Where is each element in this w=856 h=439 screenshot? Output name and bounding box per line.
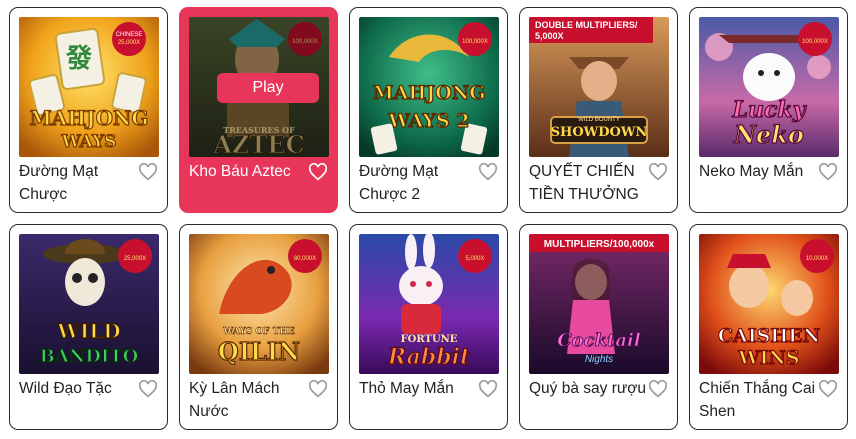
- game-logo-line2: QILIN: [218, 337, 300, 366]
- game-logo-line2: Nights: [585, 354, 613, 365]
- game-card-ways-of-the-qilin[interactable]: 80,000X WAYS OF THE QILIN Kỳ Lân Mách Nư…: [179, 224, 338, 430]
- game-logo-line2: BANDITO: [40, 346, 139, 367]
- svg-text:100,000X: 100,000X: [802, 39, 828, 45]
- game-thumbnail[interactable]: 發 CHINESE 25,000X MAHJONG WAYS: [19, 17, 159, 157]
- svg-text:25,000X: 25,000X: [118, 40, 140, 46]
- game-title: Kho Báu Aztec: [189, 163, 291, 180]
- svg-text:100,000X: 100,000X: [462, 39, 488, 45]
- ways-of-the-qilin-art: 80,000X WAYS OF THE QILIN: [189, 234, 329, 374]
- game-logo-line1: WAYS OF THE: [222, 327, 295, 337]
- game-logo-line1: WILD: [56, 319, 120, 343]
- svg-text:10,000X: 10,000X: [806, 256, 828, 262]
- svg-text:5,000X: 5,000X: [465, 256, 484, 262]
- game-thumbnail[interactable]: 80,000X WAYS OF THE QILIN: [189, 234, 329, 374]
- game-title: Chiến Thắng Cai Shen: [699, 380, 816, 420]
- game-logo-line2: Neko: [733, 120, 804, 149]
- play-button[interactable]: Play: [217, 73, 319, 103]
- game-card-wild-bounty-showdown[interactable]: DOUBLE MULTIPLIERS/ 5,000X WILD BOUNTY S…: [519, 7, 678, 213]
- game-thumbnail[interactable]: 5,000X FORTUNE Rabbit: [359, 234, 499, 374]
- game-title: Thỏ May Mắn: [359, 380, 454, 397]
- game-thumbnail[interactable]: 100,000X MAHJONG WAYS 2: [359, 17, 499, 157]
- game-logo-line2: WAYS 2: [387, 110, 469, 132]
- badge-line1: DOUBLE MULTIPLIERS/: [535, 20, 638, 30]
- favorite-heart-icon[interactable]: [138, 379, 158, 400]
- cocktail-nights-art: MULTIPLIERS/100,000x Cocktail Nights: [529, 234, 669, 374]
- favorite-heart-icon[interactable]: [308, 379, 328, 400]
- game-thumbnail[interactable]: 25,000X WILD BANDITO: [19, 234, 159, 374]
- favorite-heart-icon[interactable]: [648, 162, 668, 183]
- svg-text:發: 發: [65, 43, 93, 73]
- svg-text:25,000X: 25,000X: [124, 256, 146, 262]
- favorite-heart-icon[interactable]: [818, 162, 838, 183]
- game-thumbnail[interactable]: MULTIPLIERS/100,000x Cocktail Nights: [529, 234, 669, 374]
- favorite-heart-icon[interactable]: [308, 162, 328, 183]
- game-title: Neko May Mắn: [699, 163, 804, 180]
- badge-line2: 5,000X: [535, 31, 564, 41]
- game-card-cocktail-nights[interactable]: MULTIPLIERS/100,000x Cocktail Nights Quý…: [519, 224, 678, 430]
- game-logo-line2: WINS: [737, 347, 799, 369]
- game-logo-line1: CAISHEN: [718, 325, 820, 347]
- mahjong-ways-2-art: 100,000X MAHJONG WAYS 2: [359, 17, 499, 157]
- game-thumbnail[interactable]: DOUBLE MULTIPLIERS/ 5,000X WILD BOUNTY S…: [529, 17, 669, 157]
- badge-text: CHINESE: [116, 32, 143, 38]
- svg-text:80,000X: 80,000X: [294, 256, 316, 262]
- lucky-neko-art: 100,000X Lucky Neko: [699, 17, 839, 157]
- game-logo-line1: MAHJONG: [373, 82, 486, 104]
- game-logo-line2: SHOWDOWN: [551, 125, 648, 140]
- game-card-caishen-wins[interactable]: 10,000X CAISHEN WINS Chiến Thắng Cai She…: [689, 224, 848, 430]
- game-title: QUYẾT CHIẾN TIỀN THƯỞNG: [529, 163, 639, 203]
- favorite-heart-icon[interactable]: [478, 162, 498, 183]
- mahjong-ways-art: 發 CHINESE 25,000X MAHJONG WAYS: [19, 17, 159, 157]
- game-logo-line2: Rabbit: [387, 344, 470, 370]
- game-logo-line1: MAHJONG: [30, 106, 149, 130]
- favorite-heart-icon[interactable]: [138, 162, 158, 183]
- caishen-wins-art: 10,000X CAISHEN WINS: [699, 234, 839, 374]
- game-card-mahjong-ways-2[interactable]: 100,000X MAHJONG WAYS 2 Đường Mạt Chược …: [349, 7, 508, 213]
- fortune-rabbit-art: 5,000X FORTUNE Rabbit: [359, 234, 499, 374]
- game-logo-line1: Cocktail: [557, 330, 641, 351]
- game-thumbnail[interactable]: 10,000X CAISHEN WINS: [699, 234, 839, 374]
- favorite-heart-icon[interactable]: [818, 379, 838, 400]
- game-title: Đường Mạt Chược 2: [359, 163, 439, 203]
- game-thumbnail[interactable]: 100,000X TREASURES OF AZTEC Play: [189, 17, 329, 157]
- badge-line: MULTIPLIERS/100,000x: [544, 239, 655, 250]
- game-title: Kỳ Lân Mách Nước: [189, 380, 280, 420]
- game-card-treasures-of-aztec[interactable]: 100,000X TREASURES OF AZTEC Play Kho Báu…: [179, 7, 338, 213]
- game-logo-line1: WILD BOUNTY: [578, 117, 620, 123]
- game-card-lucky-neko[interactable]: 100,000X Lucky Neko Neko May Mắn: [689, 7, 848, 213]
- game-logo-line2: WAYS: [61, 132, 117, 152]
- game-card-fortune-rabbit[interactable]: 5,000X FORTUNE Rabbit Thỏ May Mắn: [349, 224, 508, 430]
- game-thumbnail[interactable]: 100,000X Lucky Neko: [699, 17, 839, 157]
- game-card-wild-bandito[interactable]: 25,000X WILD BANDITO Wild Đạo Tặc: [9, 224, 168, 430]
- favorite-heart-icon[interactable]: [648, 379, 668, 400]
- game-card-mahjong-ways[interactable]: 發 CHINESE 25,000X MAHJONG WAYS Đường Mạt…: [9, 7, 168, 213]
- wild-bounty-showdown-art: DOUBLE MULTIPLIERS/ 5,000X WILD BOUNTY S…: [529, 17, 669, 157]
- game-title: Đường Mạt Chược: [19, 163, 99, 203]
- favorite-heart-icon[interactable]: [478, 379, 498, 400]
- game-title: Wild Đạo Tặc: [19, 380, 112, 397]
- wild-bandito-art: 25,000X WILD BANDITO: [19, 234, 159, 374]
